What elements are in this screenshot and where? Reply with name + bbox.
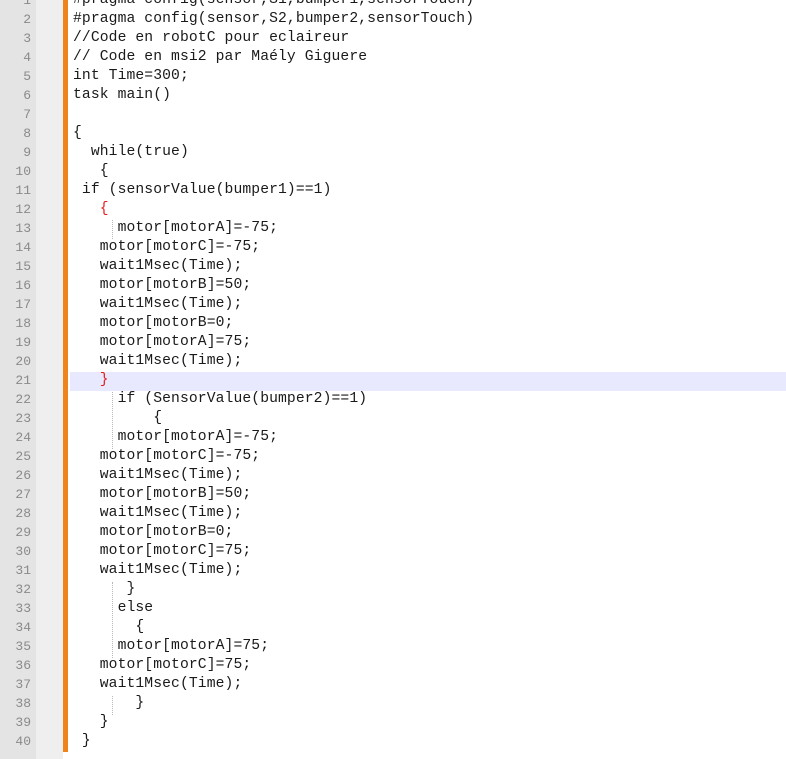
line-number: 23 — [15, 411, 31, 426]
line-number: 40 — [15, 734, 31, 749]
code-line[interactable]: } — [73, 732, 91, 751]
line-number: 3 — [23, 31, 31, 46]
line-number: 22 — [15, 392, 31, 407]
line-number: 4 — [23, 50, 31, 65]
line-number: 1 — [23, 0, 31, 8]
line-number: 27 — [15, 487, 31, 502]
code-line[interactable]: // Code en msi2 par Maély Giguere — [73, 48, 367, 67]
code-line[interactable]: motor[motorC]=-75; — [73, 447, 260, 466]
code-line[interactable]: #pragma config(sensor,S1,bumper1,sensorT… — [73, 0, 474, 10]
line-number: 16 — [15, 278, 31, 293]
code-line[interactable]: motor[motorC]=75; — [73, 656, 251, 675]
code-line[interactable]: if (SensorValue(bumper2)==1) — [73, 390, 368, 409]
code-line[interactable]: else — [73, 599, 154, 618]
matched-brace-line[interactable]: { — [73, 200, 109, 219]
code-line[interactable]: #pragma config(sensor,S2,bumper2,sensorT… — [73, 10, 474, 29]
code-line[interactable]: task main() — [73, 86, 171, 105]
code-line[interactable]: motor[motorB]=50; — [73, 485, 251, 504]
code-line[interactable]: wait1Msec(Time); — [73, 295, 243, 314]
code-line[interactable]: motor[motorA]=75; — [73, 333, 251, 352]
line-number: 12 — [15, 202, 31, 217]
code-line[interactable]: int Time=300; — [73, 67, 189, 86]
line-number: 21 — [15, 373, 31, 388]
line-number: 11 — [15, 183, 31, 198]
line-number: 36 — [15, 658, 31, 673]
code-line[interactable]: wait1Msec(Time); — [73, 504, 243, 523]
code-line[interactable]: motor[motorA]=-75; — [73, 219, 278, 238]
fold-margin — [36, 0, 63, 759]
code-line[interactable]: if (sensorValue(bumper1)==1) — [73, 181, 332, 200]
line-number: 33 — [15, 601, 31, 616]
code-line[interactable]: motor[motorC]=75; — [73, 542, 251, 561]
line-number: 20 — [15, 354, 31, 369]
line-number: 29 — [15, 525, 31, 540]
code-line[interactable]: { — [73, 162, 109, 181]
code-line[interactable]: while(true) — [73, 143, 189, 162]
line-number: 18 — [15, 316, 31, 331]
line-number: 7 — [23, 107, 31, 122]
code-line[interactable]: motor[motorA]=-75; — [73, 428, 278, 447]
line-number: 6 — [23, 88, 31, 103]
line-number: 15 — [15, 259, 31, 274]
code-line[interactable]: { — [73, 409, 162, 428]
line-number: 17 — [15, 297, 31, 312]
line-number: 38 — [15, 696, 31, 711]
line-number: 25 — [15, 449, 31, 464]
line-number: 37 — [15, 677, 31, 692]
line-number: 5 — [23, 69, 31, 84]
line-number: 2 — [23, 12, 31, 27]
code-line[interactable]: motor[motorA]=75; — [73, 637, 269, 656]
line-number: 39 — [15, 715, 31, 730]
code-editor[interactable]: #pragma config(sensor,S1,bumper1,sensorT… — [0, 0, 786, 759]
code-line[interactable]: wait1Msec(Time); — [73, 352, 243, 371]
line-number: 34 — [15, 620, 31, 635]
code-line[interactable]: motor[motorC]=-75; — [73, 238, 260, 257]
matched-brace-line[interactable]: } — [73, 371, 109, 390]
code-line[interactable]: motor[motorB=0; — [73, 314, 234, 333]
code-line[interactable]: motor[motorB=0; — [73, 523, 234, 542]
code-line[interactable]: } — [73, 694, 144, 713]
code-line[interactable]: { — [73, 124, 82, 143]
line-number: 8 — [23, 126, 31, 141]
code-line[interactable]: } — [73, 580, 135, 599]
line-number: 32 — [15, 582, 31, 597]
code-line[interactable]: { — [73, 618, 144, 637]
line-number: 19 — [15, 335, 31, 350]
code-line[interactable]: wait1Msec(Time); — [73, 257, 243, 276]
line-number: 9 — [23, 145, 31, 160]
code-line[interactable]: wait1Msec(Time); — [73, 466, 243, 485]
line-number: 10 — [15, 164, 31, 179]
line-number: 13 — [15, 221, 31, 236]
line-number: 31 — [15, 563, 31, 578]
code-line[interactable]: wait1Msec(Time); — [73, 675, 243, 694]
code-line[interactable]: //Code en robotC pour eclaireur — [73, 29, 349, 48]
code-line[interactable]: } — [73, 713, 109, 732]
code-line[interactable]: motor[motorB]=50; — [73, 276, 251, 295]
current-line-highlight — [70, 372, 786, 391]
line-number: 14 — [15, 240, 31, 255]
change-history-bar — [63, 0, 68, 752]
line-number: 35 — [15, 639, 31, 654]
line-number: 30 — [15, 544, 31, 559]
line-number: 28 — [15, 506, 31, 521]
line-number: 26 — [15, 468, 31, 483]
code-line[interactable]: wait1Msec(Time); — [73, 561, 243, 580]
line-number: 24 — [15, 430, 31, 445]
